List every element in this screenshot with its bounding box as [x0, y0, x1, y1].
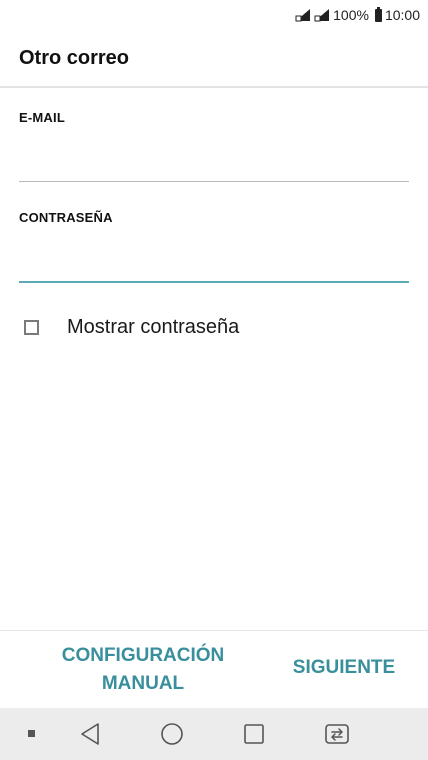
notification-dot-icon [20, 708, 44, 760]
manual-setup-label-line1: CONFIGURACIÓN [61, 645, 225, 666]
show-password-row[interactable]: Mostrar contraseña [24, 314, 239, 340]
email-label: E-MAIL [19, 110, 65, 125]
clock: 10:00 [384, 7, 420, 23]
email-field[interactable] [19, 144, 409, 178]
password-underline [19, 281, 409, 283]
next-button[interactable]: SIGUIENTE [276, 654, 412, 682]
dual-window-icon[interactable] [320, 708, 354, 760]
manual-setup-label-line2: MANUAL [101, 673, 185, 694]
password-field[interactable] [19, 244, 409, 278]
actions-divider [0, 630, 428, 631]
page-title: Otro correo [19, 47, 130, 69]
password-label: CONTRASEÑA [19, 210, 113, 225]
battery-percent: 100% [333, 7, 369, 23]
battery-icon [374, 6, 382, 22]
email-underline [19, 181, 409, 182]
manual-setup-button[interactable]: CONFIGURACIÓN MANUAL [40, 642, 246, 698]
recents-icon[interactable] [238, 708, 270, 760]
signal-sim2-icon [314, 8, 330, 22]
status-bar: 100% 10:00 [0, 0, 428, 28]
home-icon[interactable] [156, 708, 188, 760]
signal-sim1-icon [295, 8, 311, 22]
status-icons: 100% 10:00 [295, 6, 420, 24]
back-icon[interactable] [74, 708, 106, 760]
app-header: Otro correo [0, 28, 428, 88]
navigation-bar [0, 708, 428, 760]
show-password-label: Mostrar contraseña [67, 315, 240, 338]
show-password-checkbox[interactable] [24, 319, 39, 335]
